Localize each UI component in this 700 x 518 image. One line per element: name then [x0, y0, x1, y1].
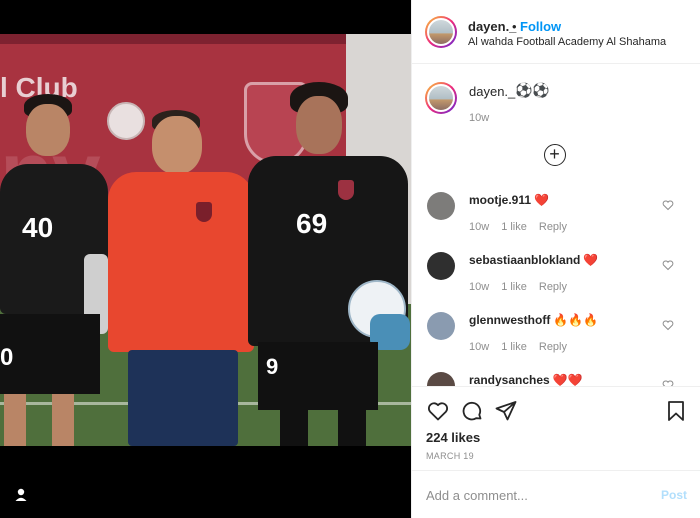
comment-item: glennwesthoff 🔥🔥🔥 10w 1 like Reply: [412, 300, 700, 360]
coach: [108, 110, 254, 446]
photo-pane: l Club ny 40 0: [0, 0, 411, 518]
post-photo[interactable]: l Club ny 40 0: [0, 34, 411, 446]
load-more-comments-button[interactable]: +: [544, 144, 566, 166]
user-silhouette-icon[interactable]: [12, 486, 30, 504]
caption-avatar[interactable]: [425, 82, 457, 114]
author-username[interactable]: dayen._: [468, 19, 516, 34]
commenter-avatar[interactable]: [427, 372, 455, 386]
jersey-number: 40: [22, 212, 54, 243]
location-link[interactable]: Al wahda Football Academy Al Shahama: [468, 36, 666, 48]
post-side-panel: dayen._ • Follow Al wahda Football Acade…: [411, 0, 700, 518]
reply-link[interactable]: Reply: [539, 281, 567, 293]
comment-text: 🔥🔥🔥: [553, 313, 599, 327]
reply-link[interactable]: Reply: [539, 221, 567, 233]
jersey-number: 69: [296, 208, 328, 239]
comment-item: mootje.911 ❤️ 10w 1 like Reply: [412, 180, 700, 240]
caption-text: ⚽⚽: [515, 82, 550, 98]
follow-button[interactable]: Follow: [520, 19, 561, 34]
comment-item: randysanches ❤️❤️: [412, 360, 700, 386]
player-right: 69 9: [238, 82, 411, 446]
comment-likes[interactable]: 1 like: [501, 281, 527, 293]
likes-count[interactable]: 224 likes: [426, 430, 480, 445]
bookmark-icon[interactable]: [664, 399, 688, 423]
plus-circle-icon: +: [549, 144, 560, 164]
post-actions: 224 likes MARCH 19: [412, 386, 700, 470]
heart-outline-icon[interactable]: [426, 399, 450, 423]
player-left: 40 0: [0, 94, 110, 446]
caption-username[interactable]: dayen._: [469, 84, 515, 99]
commenter-avatar[interactable]: [427, 252, 455, 280]
heart-outline-icon[interactable]: [662, 259, 674, 271]
post-caption: dayen._ ⚽⚽ 10w: [412, 64, 700, 126]
comment-text: ❤️: [534, 193, 549, 207]
commenter-username[interactable]: mootje.911: [469, 193, 531, 207]
add-comment-bar: Post: [412, 470, 700, 518]
post-header: dayen._ • Follow Al wahda Football Acade…: [412, 0, 700, 64]
commenter-username[interactable]: randysanches: [469, 373, 550, 386]
comment-input[interactable]: [426, 485, 646, 505]
commenter-avatar[interactable]: [427, 192, 455, 220]
author-avatar[interactable]: [425, 16, 457, 48]
jersey-number: 9: [266, 354, 279, 379]
heart-outline-icon[interactable]: [662, 379, 674, 386]
post-date: MARCH 19: [426, 451, 474, 461]
paper-plane-icon[interactable]: [494, 399, 518, 423]
comment-likes[interactable]: 1 like: [501, 341, 527, 353]
commenter-username[interactable]: sebastiaanblokland: [469, 253, 580, 267]
comment-item: sebastiaanblokland ❤️ 10w 1 like Reply: [412, 240, 700, 300]
comment-bubble-icon[interactable]: [460, 399, 484, 423]
commenter-avatar[interactable]: [427, 312, 455, 340]
comment-time[interactable]: 10w: [469, 341, 489, 353]
comment-likes[interactable]: 1 like: [501, 221, 527, 233]
comment-text: ❤️: [583, 253, 599, 267]
reply-link[interactable]: Reply: [539, 341, 567, 353]
comments-list[interactable]: mootje.911 ❤️ 10w 1 like Reply sebastiaanbl…: [412, 180, 700, 386]
header-separator: •: [512, 19, 517, 34]
post-comment-button[interactable]: Post: [661, 488, 687, 502]
heart-outline-icon[interactable]: [662, 199, 674, 211]
heart-outline-icon[interactable]: [662, 319, 674, 331]
caption-timestamp[interactable]: 10w: [469, 112, 489, 124]
jersey-number: 0: [0, 344, 14, 371]
comment-text: ❤️❤️: [552, 373, 583, 386]
comment-time[interactable]: 10w: [469, 281, 489, 293]
commenter-username[interactable]: glennwesthoff: [469, 313, 550, 327]
comment-time[interactable]: 10w: [469, 221, 489, 233]
